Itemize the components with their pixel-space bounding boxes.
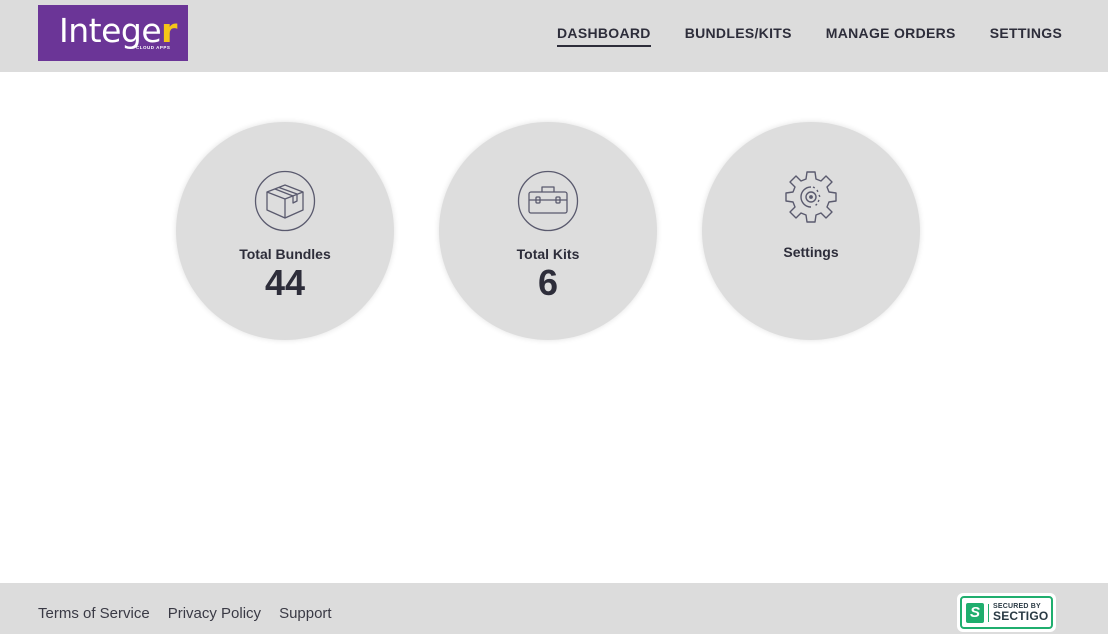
logo[interactable]: Integer CLOUD APPS: [38, 5, 188, 61]
header: Integer CLOUD APPS DASHBOARD BUNDLES/KIT…: [0, 0, 1108, 72]
toolbox-icon: [517, 170, 579, 232]
nav-manage-orders[interactable]: MANAGE ORDERS: [826, 24, 956, 47]
card-label: Settings: [783, 244, 839, 260]
logo-subtitle: CLOUD APPS: [136, 45, 171, 50]
settings-card[interactable]: Settings: [702, 122, 920, 340]
nav-settings[interactable]: SETTINGS: [990, 24, 1062, 47]
total-bundles-card[interactable]: Total Bundles 44: [176, 122, 394, 340]
sectigo-text: SECURED BY SECTIGO: [993, 603, 1048, 622]
sectigo-logo-icon: S: [966, 602, 984, 623]
card-value: 6: [537, 262, 559, 303]
support-link[interactable]: Support: [279, 605, 332, 622]
main-nav: DASHBOARD BUNDLES/KITS MANAGE ORDERS SET…: [557, 24, 1096, 47]
nav-bundles-kits[interactable]: BUNDLES/KITS: [685, 24, 792, 47]
sectigo-badge[interactable]: S SECURED BY SECTIGO: [957, 593, 1056, 632]
dashboard-cards: Total Bundles 44 Total Kits 6 Settings: [176, 122, 936, 342]
card-label: Total Kits: [516, 246, 580, 262]
gear-icon: [785, 171, 837, 223]
sectigo-divider: [988, 603, 989, 622]
privacy-policy-link[interactable]: Privacy Policy: [168, 605, 261, 622]
card-label: Total Bundles: [239, 246, 331, 262]
total-kits-card[interactable]: Total Kits 6: [439, 122, 657, 340]
sectigo-line2: SECTIGO: [993, 609, 1049, 623]
footer-links: Terms of Service Privacy Policy Support: [38, 605, 350, 622]
sectigo-badge-frame: S SECURED BY SECTIGO: [960, 596, 1053, 629]
terms-of-service-link[interactable]: Terms of Service: [38, 605, 150, 622]
nav-dashboard[interactable]: DASHBOARD: [557, 24, 651, 47]
footer: Terms of Service Privacy Policy Support …: [0, 583, 1108, 634]
card-value: 44: [264, 262, 306, 303]
box-icon: [254, 170, 316, 232]
